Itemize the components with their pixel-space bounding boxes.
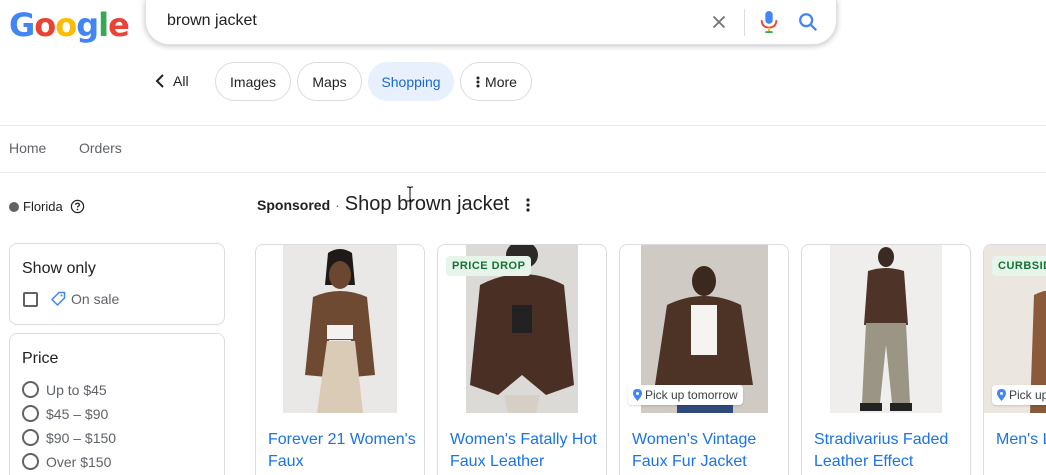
tab-shopping[interactable]: Shopping bbox=[368, 62, 454, 101]
sponsored-label: Sponsored bbox=[257, 197, 331, 213]
logo-letter: o bbox=[34, 6, 56, 44]
separator: · bbox=[335, 197, 340, 213]
tag-icon bbox=[51, 291, 66, 306]
product-image bbox=[830, 245, 942, 413]
logo-letter: g bbox=[76, 6, 99, 44]
price-option-label[interactable]: Up to $45 bbox=[46, 382, 107, 398]
product-card[interactable]: CURBSID Pick up Men's L Bombe bbox=[983, 244, 1046, 475]
price-drop-badge: PRICE DROP bbox=[446, 256, 532, 276]
logo-letter: o bbox=[55, 6, 77, 44]
divider bbox=[0, 172, 1046, 173]
pickup-label: Pick up bbox=[1009, 388, 1046, 402]
price-radio[interactable] bbox=[22, 453, 39, 470]
clear-icon[interactable] bbox=[708, 11, 730, 33]
location-pin-icon bbox=[997, 389, 1006, 401]
product-card[interactable]: Stradivarius Faded Leather Effect bbox=[801, 244, 971, 475]
more-options-icon[interactable] bbox=[521, 196, 535, 214]
microphone-icon[interactable] bbox=[758, 9, 780, 35]
tab-images-label: Images bbox=[230, 73, 276, 90]
tab-more[interactable]: More bbox=[460, 62, 532, 101]
product-title[interactable]: Women's Fatally Hot Faux Leather bbox=[450, 429, 600, 473]
product-card[interactable]: Forever 21 Women's Faux bbox=[255, 244, 425, 475]
product-title[interactable]: Forever 21 Women's Faux bbox=[268, 429, 418, 473]
tab-shopping-label: Shopping bbox=[381, 73, 441, 90]
tab-all-label: All bbox=[173, 73, 189, 89]
pickup-label: Pick up tomorrow bbox=[645, 388, 738, 402]
price-filter: Price Up to $45 $45 – $90 $90 – $150 Ove… bbox=[9, 333, 225, 475]
on-sale-label[interactable]: On sale bbox=[71, 291, 119, 307]
curbside-badge: CURBSID bbox=[992, 256, 1046, 276]
search-input[interactable]: brown jacket bbox=[167, 12, 257, 30]
price-radio[interactable] bbox=[22, 381, 39, 398]
pickup-tag: Pick up bbox=[992, 385, 1046, 405]
tab-maps[interactable]: Maps bbox=[297, 62, 362, 101]
price-option-label[interactable]: $45 – $90 bbox=[46, 406, 108, 422]
sponsored-header: Sponsored · Shop brown jacket bbox=[257, 193, 535, 216]
tab-more-label: More bbox=[485, 73, 517, 90]
product-card[interactable]: Pick up tomorrow Women's Vintage Faux Fu… bbox=[619, 244, 789, 475]
product-title[interactable]: Women's Vintage Faux Fur Jacket bbox=[632, 429, 782, 473]
tab-images[interactable]: Images bbox=[215, 62, 291, 101]
price-radio[interactable] bbox=[22, 429, 39, 446]
tab-maps-label: Maps bbox=[312, 73, 347, 90]
results-heading: Shop brown jacket bbox=[344, 193, 510, 215]
search-icon[interactable] bbox=[797, 11, 819, 33]
help-icon[interactable] bbox=[70, 199, 85, 214]
nav-home-link[interactable]: Home bbox=[9, 140, 46, 156]
product-image bbox=[283, 245, 397, 413]
text-cursor-icon bbox=[407, 186, 413, 202]
search-divider bbox=[744, 9, 745, 36]
product-card[interactable]: PRICE DROP Women's Fatally Hot Faux Leat… bbox=[437, 244, 607, 475]
location-dot-icon bbox=[9, 201, 19, 212]
location-label: Florida bbox=[23, 199, 63, 214]
search-box[interactable]: brown jacket bbox=[145, 0, 837, 45]
filter-title: Price bbox=[22, 350, 59, 367]
tab-all[interactable]: All bbox=[155, 62, 207, 100]
product-title[interactable]: Stradivarius Faded Leather Effect bbox=[814, 429, 964, 473]
logo-letter: e bbox=[108, 6, 130, 44]
product-title[interactable]: Men's L Bombe bbox=[996, 429, 1046, 451]
chevron-left-icon bbox=[155, 74, 164, 88]
show-only-filter: Show only On sale bbox=[9, 243, 225, 325]
price-radio[interactable] bbox=[22, 405, 39, 422]
google-logo[interactable]: Google bbox=[9, 6, 130, 44]
logo-letter: l bbox=[98, 6, 109, 44]
logo-letter: G bbox=[9, 6, 35, 44]
price-option-label[interactable]: Over $150 bbox=[46, 454, 111, 470]
location-pin-icon bbox=[633, 389, 642, 401]
nav-orders-link[interactable]: Orders bbox=[79, 140, 122, 156]
on-sale-checkbox[interactable] bbox=[23, 292, 38, 307]
price-option-label[interactable]: $90 – $150 bbox=[46, 430, 116, 446]
divider bbox=[0, 125, 1046, 126]
vertical-dots-icon bbox=[476, 76, 480, 87]
filter-title: Show only bbox=[22, 260, 96, 277]
location-selector[interactable]: Florida bbox=[9, 199, 85, 214]
pickup-tag: Pick up tomorrow bbox=[628, 385, 743, 405]
